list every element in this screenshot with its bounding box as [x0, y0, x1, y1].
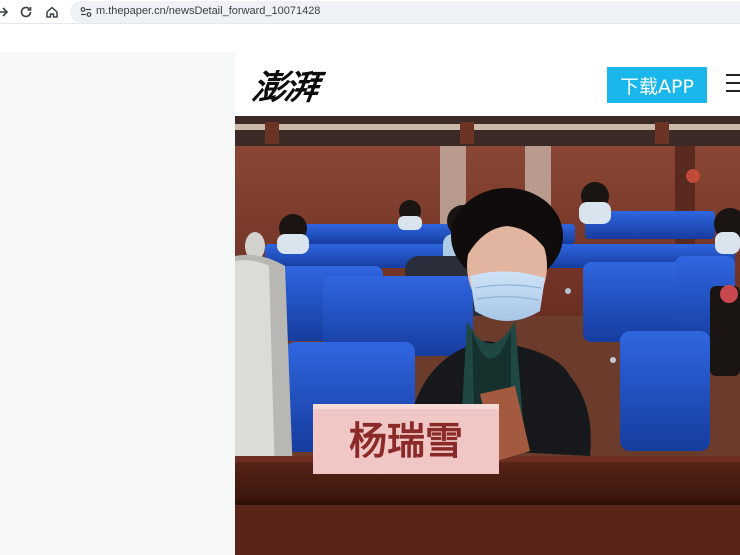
site-header: 澎湃 下载APP — [235, 52, 740, 116]
site-info-icon[interactable] — [78, 4, 94, 20]
download-app-button[interactable]: 下载APP — [607, 67, 707, 103]
forward-arrow-icon[interactable] — [0, 3, 12, 21]
hamburger-menu-icon[interactable] — [726, 74, 740, 94]
left-gutter — [0, 52, 235, 555]
address-bar[interactable]: m.thepaper.cn/newsDetail_forward_1007142… — [70, 1, 740, 23]
browser-toolbar: m.thepaper.cn/newsDetail_forward_1007142… — [0, 0, 740, 24]
site-logo[interactable]: 澎湃 — [250, 62, 320, 108]
article-photo: 杨瑞雪 — [235, 116, 740, 555]
reload-icon[interactable] — [17, 3, 35, 21]
url-text[interactable]: m.thepaper.cn/newsDetail_forward_1007142… — [96, 5, 320, 17]
nameplate-text: 杨瑞雪 — [349, 418, 463, 463]
home-icon[interactable] — [43, 3, 61, 21]
meeting-photo-illustration: 杨瑞雪 — [235, 116, 740, 555]
